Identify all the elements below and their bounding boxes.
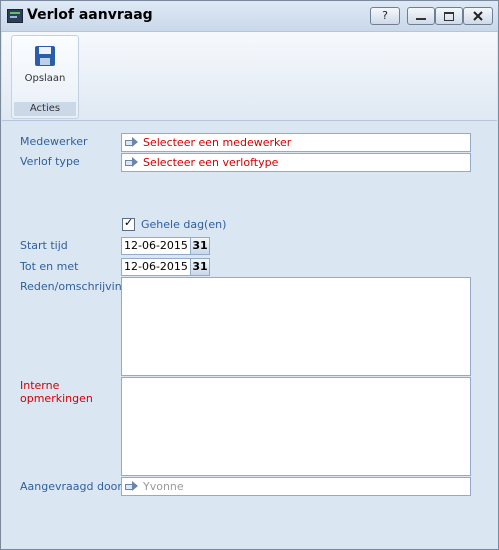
employee-placeholder: Selecteer een medewerker xyxy=(143,136,292,149)
arrow-right-icon xyxy=(125,137,138,147)
start-date-value: 12-06-2015 xyxy=(124,239,188,252)
full-day-label: Gehele dag(en) xyxy=(141,218,227,231)
close-icon xyxy=(473,11,483,21)
save-label: Opslaan xyxy=(24,73,66,84)
actions-group-label: Acties xyxy=(14,102,76,116)
leave-form: Medewerker Selecteer een medewerker Verl… xyxy=(2,121,497,548)
end-date-field[interactable]: 12-06-2015 31 xyxy=(121,258,210,276)
leave-type-picker[interactable]: Selecteer een verloftype xyxy=(121,153,471,172)
leave-request-window: Verlof aanvraag ? Opslaan Acties Medewer… xyxy=(0,0,499,550)
calendar-icon: 31 xyxy=(192,260,208,273)
actions-group: Opslaan Acties xyxy=(11,35,79,119)
start-date-field[interactable]: 12-06-2015 31 xyxy=(121,237,210,255)
requested-by-value: Yvonne xyxy=(143,480,184,493)
reason-textarea[interactable] xyxy=(121,277,471,376)
calendar-button[interactable]: 31 xyxy=(190,238,209,254)
end-date-value: 12-06-2015 xyxy=(124,260,188,273)
leave-type-label: Verlof type xyxy=(20,155,80,168)
title-bar: Verlof aanvraag ? xyxy=(1,1,498,32)
full-day-checkbox[interactable] xyxy=(122,216,135,231)
requested-by-label: Aangevraagd door xyxy=(20,480,122,493)
employee-picker[interactable]: Selecteer een medewerker xyxy=(121,133,471,152)
maximize-button[interactable] xyxy=(435,7,463,25)
requested-by-picker[interactable]: Yvonne xyxy=(121,477,471,496)
calendar-icon: 31 xyxy=(192,239,208,252)
ribbon: Opslaan Acties xyxy=(2,32,497,121)
arrow-right-icon xyxy=(125,481,138,491)
close-button[interactable] xyxy=(463,7,493,25)
save-button[interactable]: Opslaan xyxy=(14,40,74,92)
help-button[interactable]: ? xyxy=(370,7,400,25)
internal-notes-textarea[interactable] xyxy=(121,377,471,476)
start-time-label: Start tijd xyxy=(20,239,68,252)
calendar-button[interactable]: 31 xyxy=(190,259,209,275)
end-date-label: Tot en met xyxy=(20,260,79,273)
internal-notes-label-line2: opmerkingen xyxy=(20,392,93,405)
reason-label: Reden/omschrijving xyxy=(20,280,129,293)
arrow-right-icon xyxy=(125,157,138,167)
minimize-button[interactable] xyxy=(407,7,435,25)
internal-notes-label-line1: Interne xyxy=(20,379,60,392)
app-icon xyxy=(7,9,23,23)
leave-type-placeholder: Selecteer een verloftype xyxy=(143,156,279,169)
window-title: Verlof aanvraag xyxy=(27,7,153,23)
floppy-disk-icon xyxy=(35,46,55,66)
employee-label: Medewerker xyxy=(20,135,88,148)
